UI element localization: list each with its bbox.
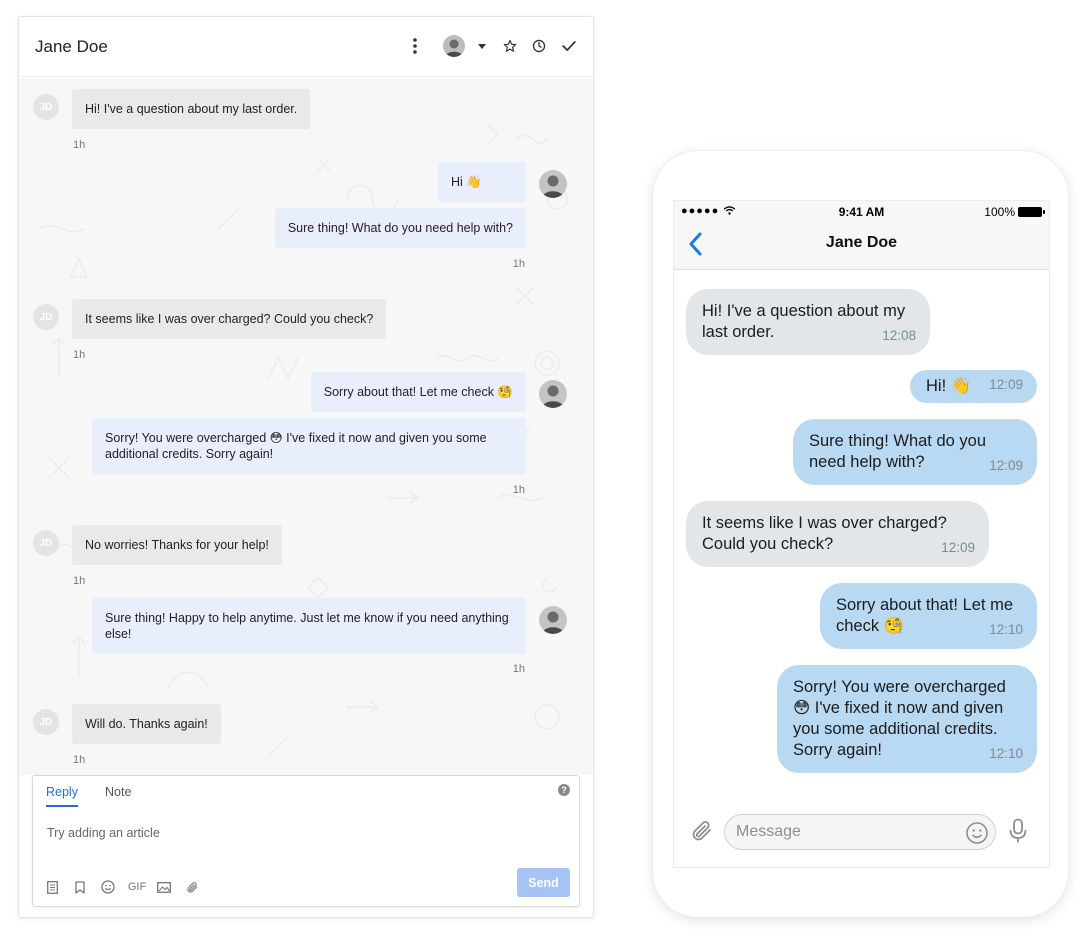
clock-icon[interactable] (530, 37, 548, 55)
battery-icon (1018, 207, 1045, 217)
message-timestamp: 1h (512, 663, 525, 675)
message-timestamp: 1h (512, 484, 525, 496)
message-timestamp: 1h (73, 754, 86, 766)
user-message-bubble: It seems like I was over charged? Could … (72, 299, 387, 339)
conversation-panel: Jane Doe JD Hi! I've a question about my… (18, 16, 594, 918)
agent-message-bubble: Sure thing! What do you need help with? (274, 208, 526, 248)
phone-outgoing-bubble: Sorry about that! Let me check 🧐 12:10 (820, 583, 1037, 649)
user-message-bubble: Will do. Thanks again! (72, 704, 221, 744)
message-text: Sure thing! What do you need help with? (809, 432, 987, 471)
message-timestamp: 1h (73, 139, 86, 151)
phone-outgoing-bubble: Sure thing! What do you need help with? … (793, 419, 1037, 485)
phone-input-bar: Message (674, 807, 1049, 857)
agent-message-bubble: Sure thing! Happy to help anytime. Just … (92, 598, 526, 654)
message-text: Hi! I've a question about my last order. (702, 302, 906, 341)
tab-note[interactable]: Note (105, 785, 131, 799)
phone-incoming-bubble: Hi! I've a question about my last order.… (686, 289, 930, 355)
smiley-icon[interactable] (965, 821, 989, 845)
user-message-bubble: No worries! Thanks for your help! (72, 525, 282, 565)
tab-reply[interactable]: Reply (46, 785, 78, 807)
help-icon[interactable]: ? (558, 784, 570, 796)
assignee-avatar[interactable] (443, 35, 465, 57)
message-text: Sorry about that! Let me check 🧐 (836, 596, 1014, 635)
caret-down-icon[interactable] (473, 37, 491, 55)
agent-message-bubble: Sorry about that! Let me check 🧐 (310, 372, 526, 412)
user-avatar: JD (33, 304, 59, 330)
agent-avatar (539, 380, 567, 408)
message-text: Hi! 👋 (926, 377, 972, 395)
attachment-icon[interactable] (184, 879, 200, 895)
emoji-icon[interactable] (100, 879, 116, 895)
phone-mockup: ●●●●● 9:41 AM 100% Jane Doe Hi! I've a q… (652, 150, 1069, 918)
battery-status: 100% (984, 205, 1045, 219)
phone-outgoing-bubble: Sorry! You were overcharged 😳 I've fixed… (777, 665, 1037, 773)
message-time: 12:09 (989, 458, 1023, 473)
message-time: 12:09 (941, 540, 975, 555)
message-time: 12:10 (989, 622, 1023, 637)
paperclip-icon[interactable] (690, 819, 714, 843)
star-icon[interactable] (501, 37, 519, 55)
message-timestamp: 1h (512, 258, 525, 270)
agent-message-bubble: Hi 👋 (438, 162, 526, 202)
send-button[interactable]: Send (517, 868, 570, 897)
image-icon[interactable] (156, 879, 172, 895)
battery-percent: 100% (984, 205, 1015, 219)
conversation-title: Jane Doe (35, 37, 108, 56)
message-timestamp: 1h (73, 349, 86, 361)
bookmark-icon[interactable] (72, 879, 88, 895)
phone-incoming-bubble: It seems like I was over charged? Could … (686, 501, 989, 567)
reply-input[interactable]: Try adding an article (47, 826, 160, 840)
message-text: It seems like I was over charged? Could … (702, 514, 947, 553)
user-message-bubble: Hi! I've a question about my last order. (72, 89, 311, 129)
phone-chat-title: Jane Doe (825, 234, 898, 251)
check-icon[interactable] (560, 37, 578, 55)
message-text: Sorry! You were overcharged 😳 I've fixed… (793, 678, 1006, 759)
message-time: 12:08 (882, 328, 916, 343)
phone-screen: ●●●●● 9:41 AM 100% Jane Doe Hi! I've a q… (673, 200, 1050, 868)
agent-avatar (539, 606, 567, 634)
gif-icon[interactable]: GIF (127, 879, 147, 895)
agent-message-bubble: Sorry! You were overcharged 😳 I've fixed… (92, 418, 526, 474)
phone-message-input[interactable]: Message (724, 814, 996, 850)
message-time: 12:10 (989, 746, 1023, 761)
more-vertical-icon[interactable] (406, 37, 424, 55)
article-icon[interactable] (44, 879, 60, 895)
message-timestamp: 1h (73, 575, 86, 587)
user-avatar: JD (33, 530, 59, 556)
reply-composer: Reply Note ? Try adding an article GIF S… (32, 775, 580, 907)
message-thread[interactable]: JD Hi! I've a question about my last ord… (19, 78, 593, 775)
microphone-icon[interactable] (1007, 818, 1029, 844)
agent-avatar (539, 170, 567, 198)
user-avatar: JD (33, 709, 59, 735)
user-avatar: JD (33, 94, 59, 120)
message-time: 12:09 (989, 377, 1023, 392)
message-placeholder: Message (736, 823, 801, 840)
phone-nav-bar: ●●●●● 9:41 AM 100% Jane Doe (674, 201, 1049, 270)
conversation-header: Jane Doe (19, 17, 593, 77)
phone-outgoing-bubble: Hi! 👋 12:09 (910, 370, 1037, 403)
